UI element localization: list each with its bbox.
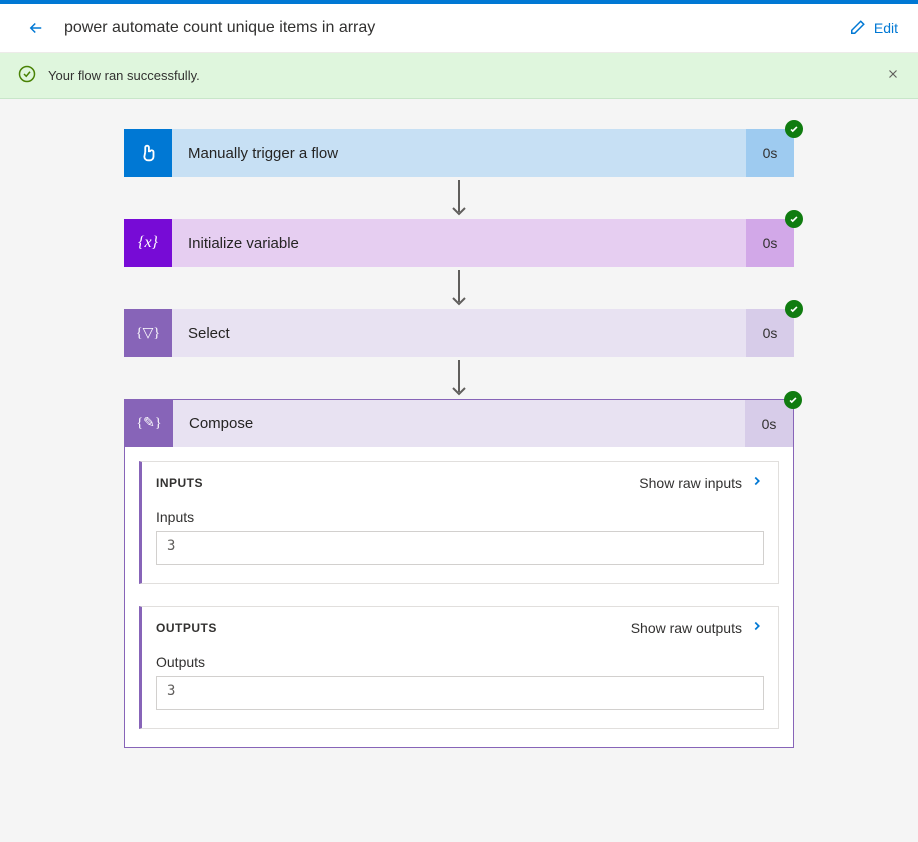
chevron-right-icon: [750, 619, 764, 636]
outputs-panel: OUTPUTS Show raw outputs Outputs 3: [139, 606, 779, 729]
step-compose-time: 0s: [745, 400, 793, 447]
step-select-time: 0s: [746, 309, 794, 357]
connector-arrow: [450, 357, 468, 399]
step-trigger[interactable]: Manually trigger a flow 0s: [124, 129, 794, 177]
flow-title: power automate count unique items in arr…: [64, 19, 848, 37]
status-success-badge: [784, 391, 802, 409]
check-icon: [788, 395, 798, 405]
step-compose[interactable]: {✎} Compose 0s: [124, 399, 794, 447]
select-icon: {▽}: [124, 309, 172, 357]
step-init-time: 0s: [746, 219, 794, 267]
check-icon: [789, 124, 799, 134]
pencil-icon: [848, 19, 866, 37]
step-init-label: Initialize variable: [172, 219, 746, 267]
show-raw-outputs-label: Show raw outputs: [631, 620, 742, 636]
show-raw-inputs-button[interactable]: Show raw inputs: [639, 474, 764, 491]
inputs-panel: INPUTS Show raw inputs Inputs 3: [139, 461, 779, 584]
header: power automate count unique items in arr…: [0, 4, 918, 53]
status-success-badge: [785, 300, 803, 318]
success-banner: Your flow ran successfully.: [0, 53, 918, 99]
show-raw-outputs-button[interactable]: Show raw outputs: [631, 619, 764, 636]
edit-button[interactable]: Edit: [848, 19, 898, 37]
outputs-value: 3: [156, 676, 764, 710]
step-initialize-variable[interactable]: {x} Initialize variable 0s: [124, 219, 794, 267]
edit-label: Edit: [874, 20, 898, 36]
step-select-label: Select: [172, 309, 746, 357]
status-success-badge: [785, 210, 803, 228]
outputs-panel-title: OUTPUTS: [156, 621, 217, 635]
compose-icon: {✎}: [125, 400, 173, 447]
connector-arrow: [450, 267, 468, 309]
outputs-field-label: Outputs: [156, 654, 764, 670]
step-trigger-label: Manually trigger a flow: [172, 129, 746, 177]
compose-details-panel: INPUTS Show raw inputs Inputs 3 OUTPUTS …: [124, 447, 794, 748]
inputs-value: 3: [156, 531, 764, 565]
trigger-icon: [124, 129, 172, 177]
inputs-panel-title: INPUTS: [156, 476, 203, 490]
chevron-right-icon: [750, 474, 764, 491]
inputs-field-label: Inputs: [156, 509, 764, 525]
status-success-badge: [785, 120, 803, 138]
step-select[interactable]: {▽} Select 0s: [124, 309, 794, 357]
show-raw-inputs-label: Show raw inputs: [639, 475, 742, 491]
touch-icon: [137, 142, 159, 164]
step-trigger-time: 0s: [746, 129, 794, 177]
dismiss-banner-button[interactable]: [886, 67, 900, 84]
back-button[interactable]: [20, 12, 52, 44]
close-icon: [886, 67, 900, 81]
success-icon: [18, 65, 36, 86]
success-message: Your flow ran successfully.: [48, 68, 200, 83]
variable-icon: {x}: [124, 219, 172, 267]
step-compose-label: Compose: [173, 400, 745, 447]
check-icon: [789, 214, 799, 224]
connector-arrow: [450, 177, 468, 219]
check-icon: [789, 304, 799, 314]
